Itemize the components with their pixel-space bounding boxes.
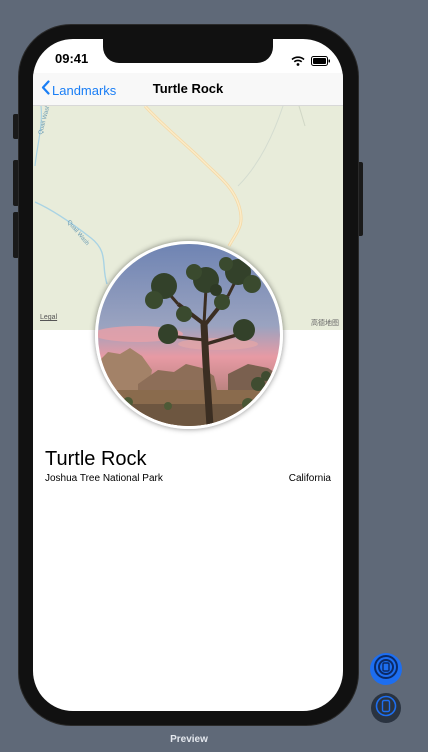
battery-icon [311,53,331,71]
state-name: California [288,473,331,484]
map-road-label: Quail Wash [38,106,52,135]
device-button[interactable] [371,693,401,723]
joshua-tree-image [98,244,280,426]
live-preview-icon [373,654,399,685]
preview-label: Preview [170,734,208,745]
nav-title: Turtle Rock [152,81,224,96]
map-road-label: Quail Wash [65,219,89,246]
park-name: Joshua Tree National Park [45,473,163,484]
landmark-name: Turtle Rock [45,448,147,470]
live-preview-button[interactable] [370,653,402,685]
map-attribution: 高德地图 [311,320,339,327]
status-time: 09:41 [55,51,89,66]
home-indicator [137,698,239,702]
wifi-icon [291,53,305,71]
device-notch [103,39,273,63]
map-legal-link[interactable]: Legal [40,314,57,321]
preview-canvas: 09:41 Landmarks Turtle Rock Quail Wash Q… [0,0,428,752]
device-frame: 09:41 Landmarks Turtle Rock Quail Wash Q… [19,25,358,725]
device-screen: 09:41 Landmarks Turtle Rock Quail Wash Q… [33,39,343,711]
landmark-photo [95,241,283,429]
navigation-bar: Landmarks Turtle Rock [33,73,343,106]
device-icon [375,695,397,722]
